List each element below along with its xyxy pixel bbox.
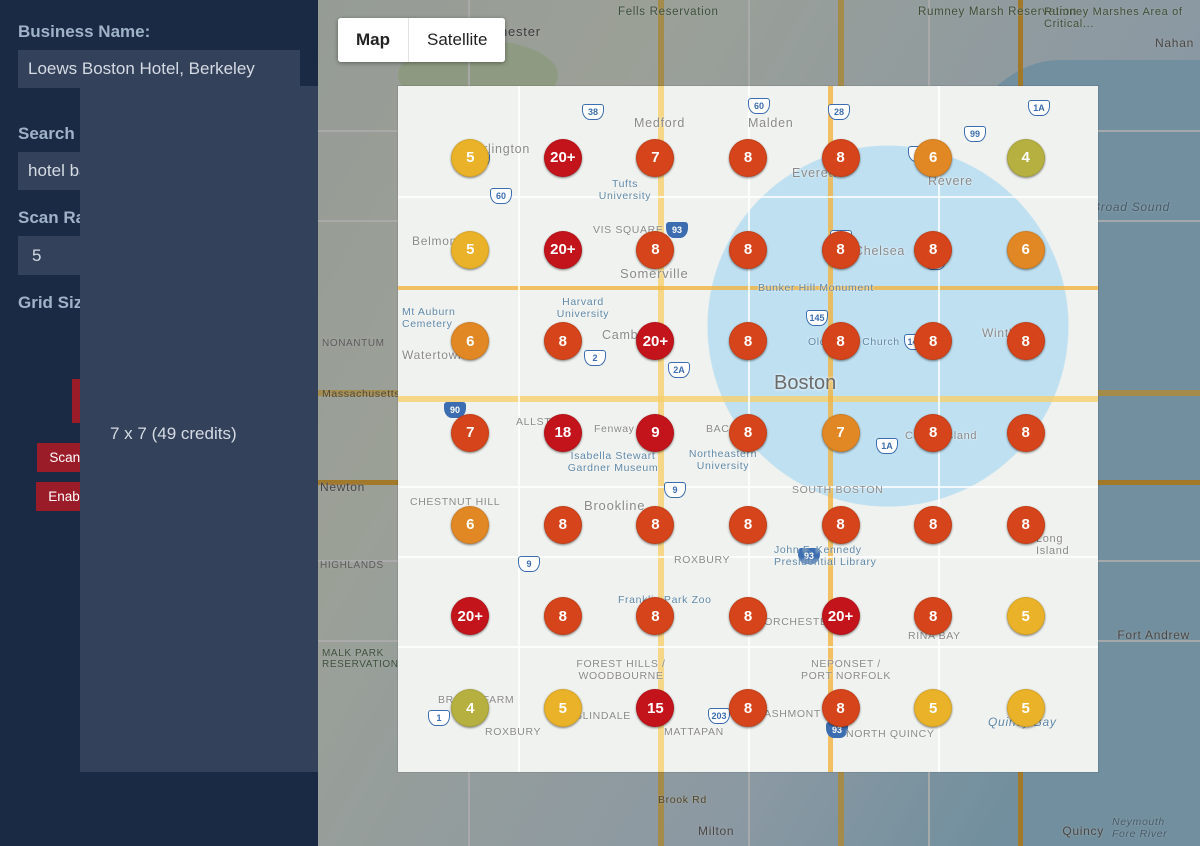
rank-dot[interactable]: 8 bbox=[914, 597, 952, 635]
rank-dot[interactable]: 8 bbox=[914, 231, 952, 269]
rank-dot[interactable]: 8 bbox=[729, 689, 767, 727]
rank-dot[interactable]: 20+ bbox=[822, 597, 860, 635]
map-canvas[interactable]: Winchester Fells Reservation Rumney Mars… bbox=[318, 0, 1200, 846]
rank-dot[interactable]: 8 bbox=[729, 597, 767, 635]
map-type-satellite[interactable]: Satellite bbox=[408, 18, 505, 62]
rank-dot[interactable]: 8 bbox=[1007, 414, 1045, 452]
rank-dot[interactable]: 8 bbox=[544, 597, 582, 635]
rank-dot[interactable]: 8 bbox=[636, 506, 674, 544]
rank-grid: 5 20+ 7 8 8 6 4 5 20+ 8 8 8 8 6 6 8 20+ 8 8 8 8 7 18 9 8 7 8 8 6 8 8 8 8… bbox=[398, 86, 1098, 772]
rank-dot[interactable]: 15 bbox=[636, 689, 674, 727]
sidebar: Business Name: Can't find your business?… bbox=[0, 0, 318, 846]
rank-dot[interactable]: 8 bbox=[1007, 322, 1045, 360]
rank-dot[interactable]: 8 bbox=[729, 139, 767, 177]
rank-dot[interactable]: 8 bbox=[729, 231, 767, 269]
rank-dot[interactable]: 18 bbox=[544, 414, 582, 452]
rank-dot[interactable]: 8 bbox=[822, 139, 860, 177]
rank-dot[interactable]: 8 bbox=[729, 506, 767, 544]
rank-dot[interactable]: 20+ bbox=[544, 139, 582, 177]
rank-dot[interactable]: 6 bbox=[451, 506, 489, 544]
rank-dot[interactable]: 6 bbox=[451, 322, 489, 360]
rank-dot[interactable]: 5 bbox=[451, 139, 489, 177]
rank-dot[interactable]: 8 bbox=[544, 322, 582, 360]
rank-dot[interactable]: 8 bbox=[729, 414, 767, 452]
rank-dot[interactable]: 8 bbox=[914, 506, 952, 544]
rank-dot[interactable]: 5 bbox=[451, 231, 489, 269]
rank-dot[interactable]: 8 bbox=[914, 322, 952, 360]
rank-dot[interactable]: 5 bbox=[1007, 689, 1045, 727]
rank-dot[interactable]: 8 bbox=[729, 322, 767, 360]
rank-dot[interactable]: 20+ bbox=[451, 597, 489, 635]
business-name-label: Business Name: bbox=[18, 22, 300, 42]
rank-dot[interactable]: 5 bbox=[544, 689, 582, 727]
rank-dot[interactable]: 5 bbox=[914, 689, 952, 727]
rank-dot[interactable]: 8 bbox=[636, 597, 674, 635]
rank-dot[interactable]: 8 bbox=[822, 231, 860, 269]
rank-dot[interactable]: 20+ bbox=[636, 322, 674, 360]
business-name-input[interactable] bbox=[18, 50, 300, 88]
rank-dot[interactable]: 8 bbox=[822, 689, 860, 727]
rank-dot[interactable]: 7 bbox=[822, 414, 860, 452]
rank-dot[interactable]: 7 bbox=[636, 139, 674, 177]
rank-dot[interactable]: 8 bbox=[822, 506, 860, 544]
map-type-toggle: Map Satellite bbox=[338, 18, 505, 62]
rank-dot[interactable]: 20+ bbox=[544, 231, 582, 269]
rank-dot[interactable]: 8 bbox=[1007, 506, 1045, 544]
rank-dot[interactable]: 8 bbox=[822, 322, 860, 360]
rank-dot[interactable]: 7 bbox=[451, 414, 489, 452]
map-type-map[interactable]: Map bbox=[338, 18, 408, 62]
rank-dot[interactable]: 6 bbox=[1007, 231, 1045, 269]
rank-dot[interactable]: 6 bbox=[914, 139, 952, 177]
rank-dot[interactable]: 4 bbox=[1007, 139, 1045, 177]
rank-dot[interactable]: 9 bbox=[636, 414, 674, 452]
rank-dot[interactable]: 8 bbox=[636, 231, 674, 269]
rank-dot[interactable]: 5 bbox=[1007, 597, 1045, 635]
rank-dot[interactable]: 8 bbox=[914, 414, 952, 452]
rank-dot[interactable]: 4 bbox=[451, 689, 489, 727]
rank-dot[interactable]: 8 bbox=[544, 506, 582, 544]
